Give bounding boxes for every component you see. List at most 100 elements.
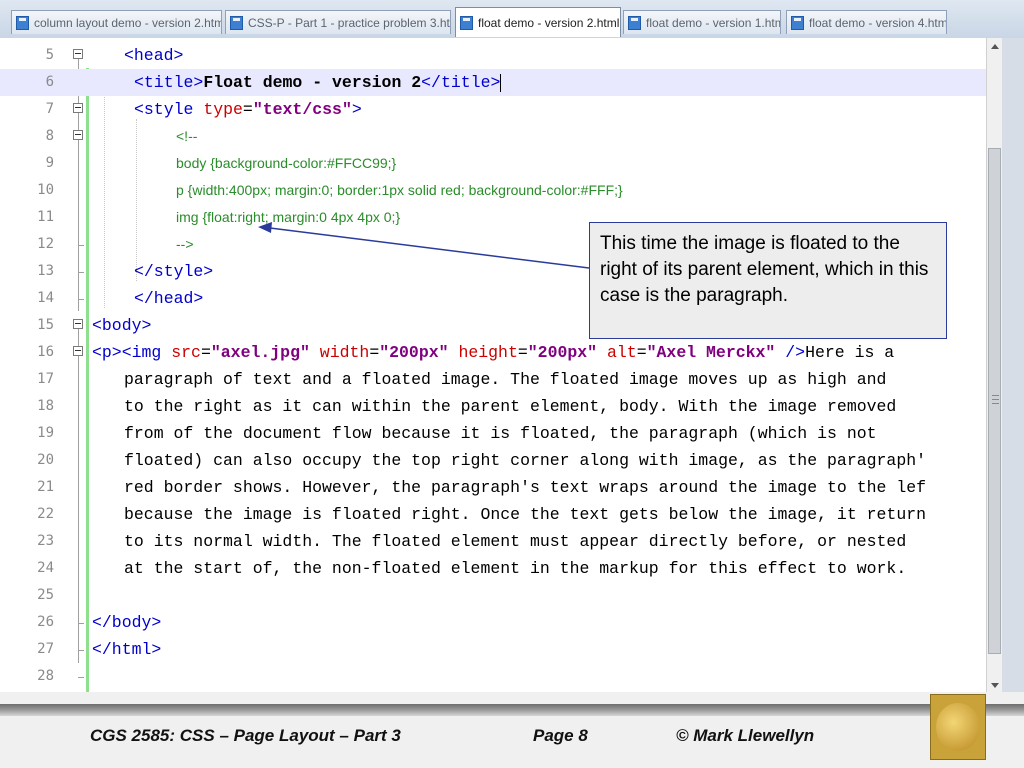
- attr-token: src: [171, 343, 201, 362]
- code-text: to the right as it can within the parent…: [124, 397, 897, 416]
- code-line[interactable]: 5 <head>: [0, 42, 1002, 69]
- grip-icon: [992, 395, 999, 404]
- tag-token: <p>: [92, 343, 122, 362]
- scrollbar-thumb[interactable]: [988, 148, 1001, 654]
- code-text: from of the document flow because it is …: [124, 424, 877, 443]
- document-icon: [791, 15, 804, 30]
- line-number: 12: [37, 236, 54, 252]
- code-line[interactable]: 7 <style type="text/css">: [0, 96, 1002, 123]
- line-number: 7: [45, 101, 54, 117]
- fold-toggle-icon[interactable]: [73, 130, 83, 140]
- code-line[interactable]: 9 body {background-color:#FFCC99;}: [0, 150, 1002, 177]
- line-number: 18: [37, 398, 54, 414]
- line-number: 22: [37, 506, 54, 522]
- fold-end-marker: [78, 677, 84, 678]
- footer-band: [0, 704, 1024, 716]
- line-number: 9: [45, 155, 54, 171]
- tab-column-layout-demo[interactable]: column layout demo - version 2.html: [11, 10, 222, 34]
- css-rule-text: img {float:right; margin:0 4px 4px 0;}: [176, 209, 401, 225]
- line-number: 19: [37, 425, 54, 441]
- line-number: 10: [37, 182, 54, 198]
- tab-label: column layout demo - version 2.html: [34, 15, 222, 30]
- code-line[interactable]: 27 </html>: [0, 636, 1002, 663]
- plain-token: =: [242, 100, 253, 119]
- code-line[interactable]: 21 red border shows. However, the paragr…: [0, 474, 1002, 501]
- fold-toggle-icon[interactable]: [73, 103, 83, 113]
- tag-token: </head>: [134, 289, 204, 308]
- code-text: to its normal width. The floated element…: [124, 532, 907, 551]
- fold-end-marker: [78, 650, 84, 651]
- tag-token: </body>: [92, 613, 162, 632]
- code-line-current[interactable]: 6 <title>Float demo - version 2</title>: [0, 69, 1002, 96]
- code-line[interactable]: 16 <p><img src="axel.jpg" width="200px" …: [0, 339, 1002, 366]
- tab-css-p-practice-problem[interactable]: CSS-P - Part 1 - practice problem 3.html: [225, 10, 451, 34]
- line-number: 20: [37, 452, 54, 468]
- window-frame: [1002, 38, 1024, 692]
- line-number: 27: [37, 641, 54, 657]
- text-token: Float demo - version 2: [203, 73, 422, 92]
- code-line[interactable]: 25: [0, 582, 1002, 609]
- value-token: "axel.jpg": [210, 343, 310, 362]
- tab-float-demo-version-2[interactable]: float demo - version 2.html: [455, 7, 621, 37]
- code-text: </body>: [92, 609, 161, 636]
- code-line[interactable]: 28: [0, 663, 1002, 690]
- text-cursor: [500, 73, 502, 92]
- plain-token: =: [369, 343, 380, 362]
- code-line[interactable]: 18 to the right as it can within the par…: [0, 393, 1002, 420]
- plain-token: =: [517, 343, 528, 362]
- code-text: <style type="text/css">: [134, 96, 362, 123]
- code-editor[interactable]: 5 <head> 6 <title>Float demo - version 2…: [0, 38, 1002, 692]
- code-text: </head>: [134, 285, 203, 312]
- tab-float-demo-version-4[interactable]: float demo - version 4.html: [786, 10, 947, 34]
- scroll-up-arrow-icon[interactable]: [991, 44, 999, 49]
- code-line[interactable]: 26 </body>: [0, 609, 1002, 636]
- footer-course-title: CGS 2585: CSS – Page Layout – Part 3: [90, 726, 401, 745]
- line-number: 16: [37, 344, 54, 360]
- line-number: 23: [37, 533, 54, 549]
- tab-label: float demo - version 4.html: [809, 15, 947, 30]
- code-line[interactable]: 22 because the image is floated right. O…: [0, 501, 1002, 528]
- tag-token: <head>: [124, 46, 184, 65]
- tab-float-demo-version-1[interactable]: float demo - version 1.html: [623, 10, 781, 34]
- attr-token: alt: [606, 343, 637, 362]
- slide-footer: CGS 2585: CSS – Page Layout – Part 3 Pag…: [0, 692, 1024, 768]
- line-number: 21: [37, 479, 54, 495]
- css-comment-text: -->: [176, 236, 194, 252]
- tab-label: CSS-P - Part 1 - practice problem 3.html: [248, 15, 451, 30]
- code-line[interactable]: 17 paragraph of text and a floated image…: [0, 366, 1002, 393]
- tag-token: </html>: [92, 640, 162, 659]
- fold-toggle-icon[interactable]: [73, 49, 83, 59]
- attr-token: type: [203, 100, 243, 119]
- scroll-down-arrow-icon[interactable]: [991, 683, 999, 688]
- tag-token: />: [775, 343, 806, 362]
- tag-token: <style: [134, 100, 204, 119]
- code-line[interactable]: 20 floated) can also occupy the top righ…: [0, 447, 1002, 474]
- ucf-pegasus-logo-icon: [930, 694, 986, 760]
- line-number: 6: [45, 74, 54, 90]
- callout-text: This time the image is floated to the ri…: [600, 233, 929, 306]
- line-number: 15: [37, 317, 54, 333]
- tag-token: <body>: [92, 316, 152, 335]
- tab-label: float demo - version 2.html: [478, 15, 620, 30]
- tab-label: float demo - version 1.html: [646, 15, 781, 30]
- code-line[interactable]: 19 from of the document flow because it …: [0, 420, 1002, 447]
- line-number: 13: [37, 263, 54, 279]
- vertical-scrollbar[interactable]: [986, 38, 1003, 692]
- code-line[interactable]: 24 at the start of, the non-floated elem…: [0, 555, 1002, 582]
- code-text: <p><img src="axel.jpg" width="200px" hei…: [92, 339, 894, 366]
- code-line[interactable]: 8 <!--: [0, 123, 1002, 150]
- footer-author: © Mark Llewellyn: [676, 726, 815, 745]
- code-line[interactable]: 10 p {width:400px; margin:0; border:1px …: [0, 177, 1002, 204]
- code-line[interactable]: 23 to its normal width. The floated elem…: [0, 528, 1002, 555]
- fold-toggle-icon[interactable]: [73, 319, 83, 329]
- css-rule-text: body {background-color:#FFCC99;}: [176, 155, 397, 171]
- fold-toggle-icon[interactable]: [73, 346, 83, 356]
- tag-token: </style>: [134, 262, 214, 281]
- line-number: 5: [45, 47, 54, 63]
- value-token: "200px": [527, 343, 598, 362]
- document-icon: [230, 15, 243, 30]
- fold-end-marker: [78, 245, 84, 246]
- line-number: 25: [37, 587, 54, 603]
